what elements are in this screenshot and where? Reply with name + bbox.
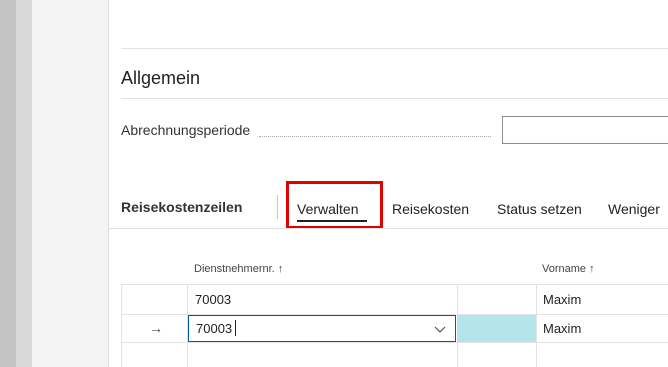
background-rail bbox=[0, 0, 16, 367]
status-setzen-action[interactable]: Status setzen bbox=[497, 201, 582, 217]
chevron-down-icon[interactable] bbox=[433, 322, 447, 336]
employee-number-input[interactable]: 70003 bbox=[188, 315, 456, 342]
field-label-abrechnungsperiode: Abrechnungsperiode bbox=[121, 122, 251, 138]
table-grid-line bbox=[121, 284, 122, 367]
employee-number-cell[interactable]: 70003 bbox=[195, 292, 231, 307]
divider bbox=[109, 228, 668, 229]
column-header-vorname[interactable]: Vorname ↑ bbox=[542, 263, 595, 275]
table-row-border bbox=[121, 284, 668, 285]
document-card: Allgemein Abrechnungsperiode Reisekosten… bbox=[108, 0, 668, 367]
background-rail bbox=[16, 0, 32, 367]
text-caret bbox=[235, 320, 236, 336]
highlight-annotation bbox=[286, 181, 383, 229]
first-name-cell[interactable]: Maxim bbox=[543, 321, 581, 336]
divider bbox=[121, 98, 668, 99]
abrechnungsperiode-input[interactable] bbox=[502, 116, 668, 144]
column-header-dienstnehmernr[interactable]: Dienstnehmernr. ↑ bbox=[194, 263, 283, 275]
active-cell[interactable] bbox=[457, 315, 536, 342]
arrow-right-icon: → bbox=[149, 320, 163, 336]
table-row-border bbox=[121, 342, 668, 343]
first-name-cell[interactable]: Maxim bbox=[543, 292, 581, 307]
action-separator bbox=[277, 195, 278, 219]
reisekosten-action[interactable]: Reisekosten bbox=[392, 201, 469, 217]
weniger-action[interactable]: Weniger bbox=[608, 201, 660, 217]
employee-number-value: 70003 bbox=[196, 321, 233, 336]
section-title: Allgemein bbox=[121, 68, 201, 88]
divider bbox=[121, 48, 668, 49]
background-panel bbox=[32, 0, 108, 367]
table-grid-line bbox=[536, 284, 537, 367]
lines-title: Reisekostenzeilen bbox=[121, 199, 243, 215]
field-leader-dots bbox=[259, 136, 491, 137]
